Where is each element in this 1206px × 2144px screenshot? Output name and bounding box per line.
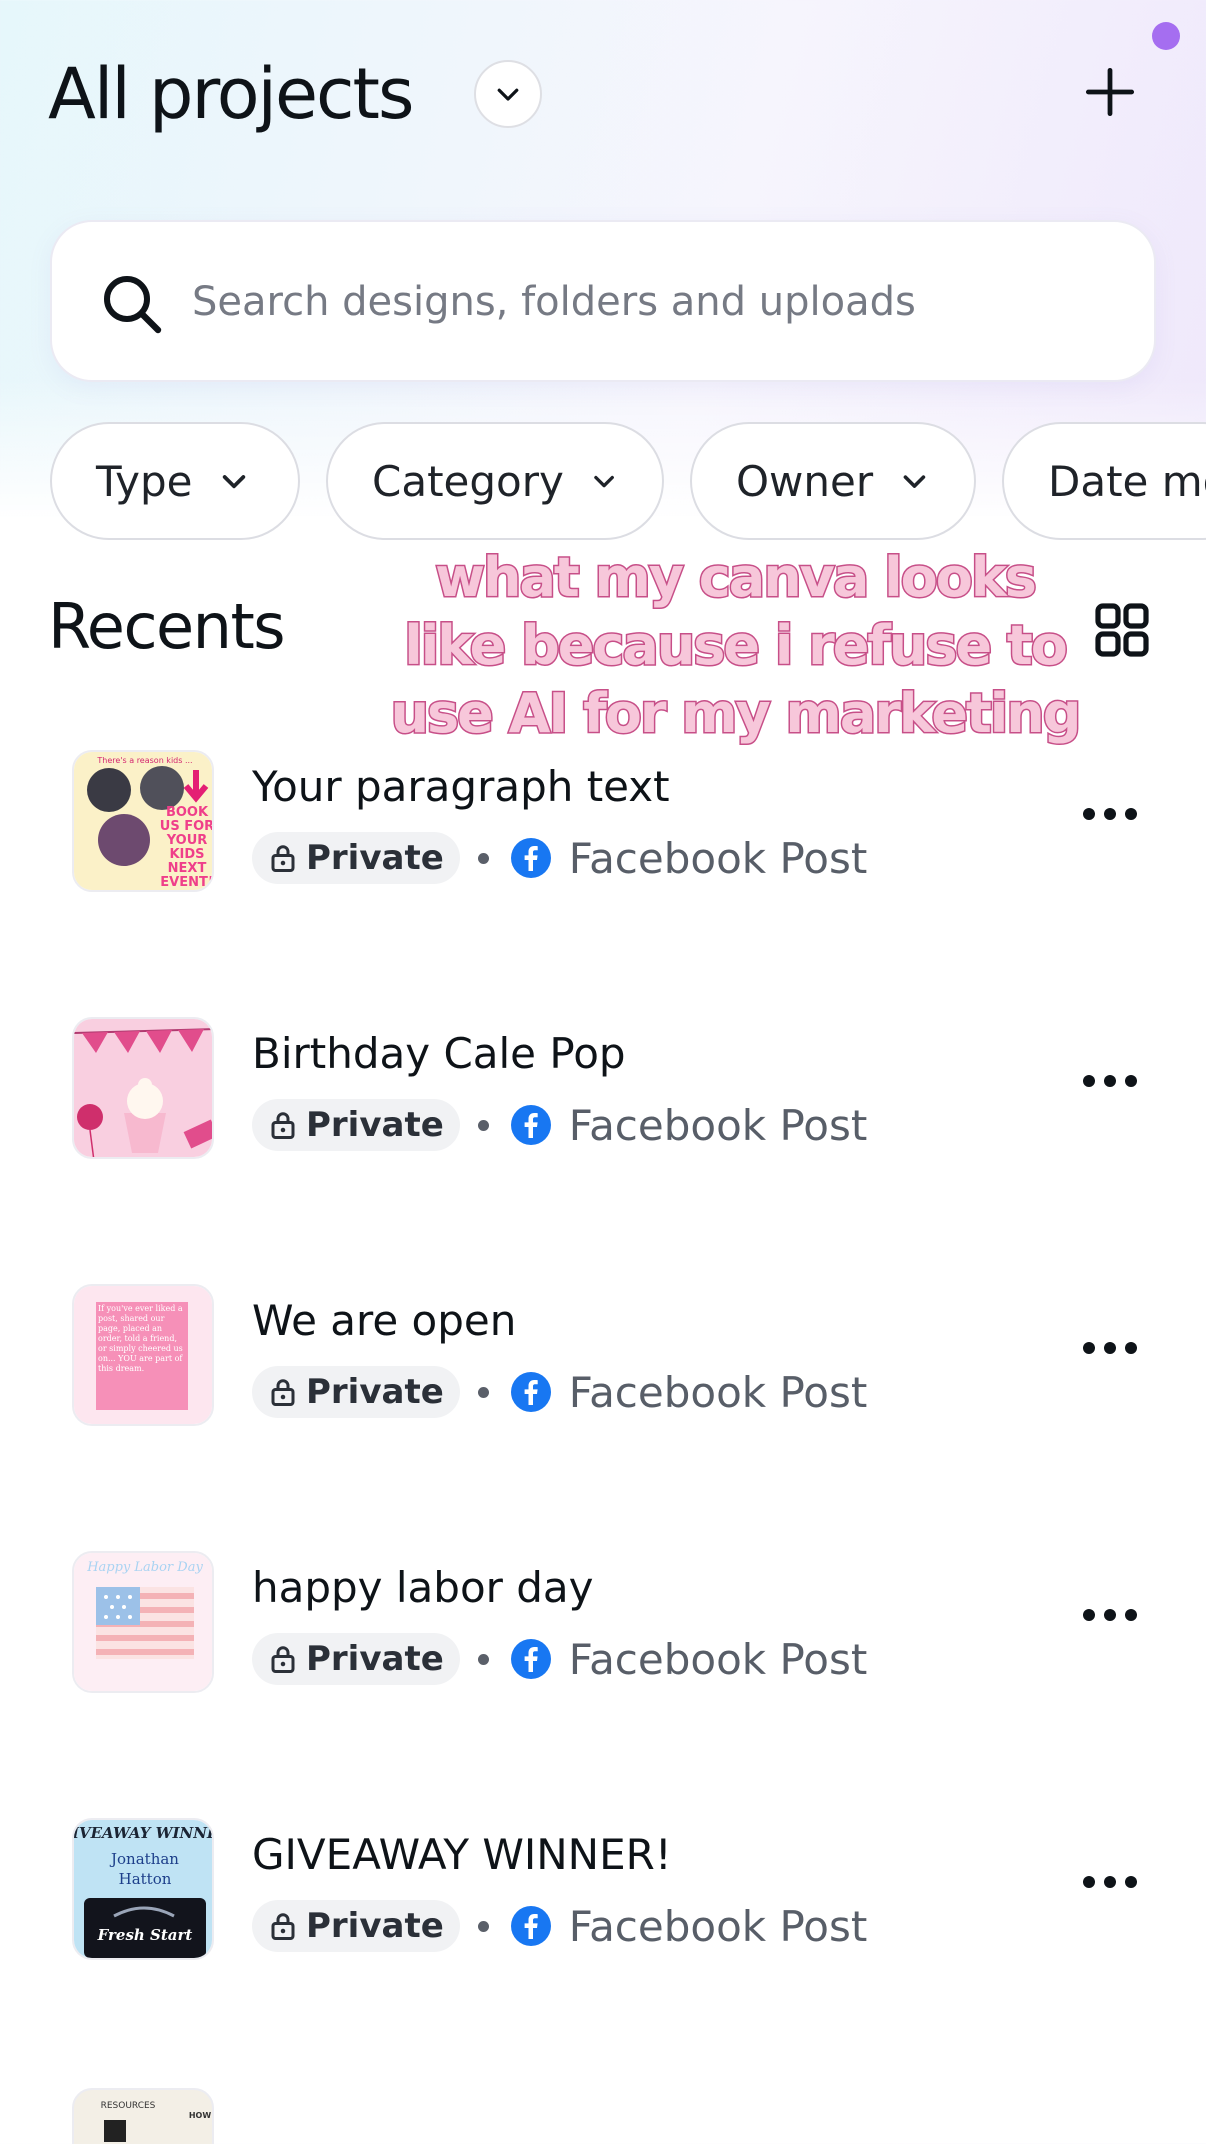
design-meta: Private Facebook Post <box>252 1099 867 1151</box>
add-button[interactable] <box>1076 58 1144 126</box>
privacy-label: Private <box>306 1639 444 1679</box>
design-title: We are open <box>252 1296 517 1345</box>
privacy-badge: Private <box>252 1099 460 1151</box>
privacy-label: Private <box>306 1372 444 1412</box>
list-item[interactable]: Birthday Cale Pop Private Facebook Post <box>0 1007 1206 1274</box>
design-title: Your paragraph text <box>252 762 670 811</box>
filter-category-label: Category <box>372 456 564 506</box>
notification-dot <box>1152 22 1180 50</box>
facebook-icon <box>510 1639 551 1679</box>
separator-dot <box>477 1653 489 1665</box>
design-meta: Private Facebook Post <box>252 1366 867 1418</box>
more-options-button[interactable] <box>1070 1328 1150 1368</box>
privacy-label: Private <box>306 838 444 878</box>
thumb-greeting: Happy Labor Day <box>86 1560 203 1575</box>
design-type: Facebook Post <box>568 1634 868 1684</box>
separator-dot <box>477 852 489 864</box>
design-thumbnail: RESOURCES HOW <box>72 2088 214 2144</box>
lock-icon <box>271 1379 295 1406</box>
more-options-button[interactable] <box>1070 1061 1150 1101</box>
page-title: All projects <box>48 53 414 135</box>
design-thumbnail: There's a reason kids ... BOOK US FOR YO… <box>72 750 214 892</box>
more-options-button[interactable] <box>1070 1595 1150 1635</box>
thumb-name-last: Hatton <box>119 1870 172 1888</box>
chevron-down-icon <box>223 475 246 489</box>
separator-dot <box>477 1386 489 1398</box>
recents-heading: Recents <box>48 590 286 663</box>
list-item-partial[interactable]: RESOURCES HOW <box>0 2070 1206 2144</box>
design-type: Facebook Post <box>568 1901 868 1951</box>
facebook-icon <box>510 1906 551 1946</box>
projects-dropdown-button[interactable] <box>474 60 542 128</box>
design-type: Facebook Post <box>568 833 868 883</box>
chevron-down-icon <box>594 475 614 488</box>
filter-date-label: Date mo <box>1048 456 1206 506</box>
chevron-down-icon <box>903 475 926 488</box>
thumb-resources-label: RESOURCES <box>101 2101 156 2111</box>
design-meta: Private Facebook Post <box>252 1633 867 1685</box>
design-title: happy labor day <box>252 1563 594 1612</box>
thumb-book-text: BOOK US FOR YOUR KIDS NEXT EVENT! <box>159 806 214 890</box>
chevron-down-icon <box>497 88 519 101</box>
grid-view-icon[interactable] <box>1092 600 1152 660</box>
list-item[interactable]: There's a reason kids ... BOOK US FOR YO… <box>0 740 1206 1007</box>
list-item[interactable]: GIVEAWAY WINNER Jonathan Hatton Fresh St… <box>0 1808 1206 2075</box>
lock-icon <box>271 1646 295 1673</box>
thumb-banner: GIVEAWAY WINNER <box>74 1824 214 1842</box>
privacy-badge: Private <box>252 1900 460 1952</box>
design-title: Birthday Cale Pop <box>252 1029 626 1078</box>
search-input[interactable] <box>192 270 1092 334</box>
more-options-button[interactable] <box>1070 1862 1150 1902</box>
privacy-label: Private <box>306 1105 444 1145</box>
privacy-badge: Private <box>252 1366 460 1418</box>
thumb-message-text: If you've ever liked a post, shared our … <box>98 1304 183 1373</box>
thumb-name-first: Jonathan <box>109 1850 179 1868</box>
facebook-icon <box>510 1105 551 1145</box>
design-thumbnail <box>72 1017 214 1159</box>
list-item[interactable]: If you've ever liked a post, shared our … <box>0 1274 1206 1541</box>
design-meta: Private Facebook Post <box>252 832 867 884</box>
separator-dot <box>477 1119 489 1131</box>
plus-icon <box>1085 67 1135 117</box>
lock-icon <box>271 1112 295 1139</box>
thumb-logo-text: Fresh Start <box>97 1926 193 1944</box>
search-icon <box>104 276 162 334</box>
facebook-icon <box>510 838 551 878</box>
filter-bar: Type Category Owner Date mo <box>50 422 1206 540</box>
design-type: Facebook Post <box>568 1100 868 1150</box>
filter-type[interactable]: Type <box>50 422 300 540</box>
design-type: Facebook Post <box>568 1367 868 1417</box>
filter-owner-label: Owner <box>736 456 874 506</box>
filter-type-label: Type <box>96 456 193 506</box>
facebook-icon <box>510 1372 551 1412</box>
privacy-label: Private <box>306 1906 444 1946</box>
design-thumbnail: GIVEAWAY WINNER Jonathan Hatton Fresh St… <box>72 1818 214 1960</box>
list-item[interactable]: Happy Labor Day happy labor day Private <box>0 1541 1206 1808</box>
more-options-button[interactable] <box>1070 794 1150 834</box>
filter-date-modified[interactable]: Date mo <box>1002 422 1206 540</box>
privacy-badge: Private <box>252 832 460 884</box>
thumb-how-label: HOW <box>189 2111 211 2120</box>
design-thumbnail: If you've ever liked a post, shared our … <box>72 1284 214 1426</box>
recent-designs-list: There's a reason kids ... BOOK US FOR YO… <box>0 740 1206 2075</box>
lock-icon <box>271 1913 295 1940</box>
lock-icon <box>271 845 295 872</box>
design-thumbnail: Happy Labor Day <box>72 1551 214 1693</box>
video-caption-overlay: what my canva looks like because i refus… <box>389 545 1083 747</box>
thumb-caption: There's a reason kids ... <box>96 756 192 765</box>
design-title: GIVEAWAY WINNER! <box>252 1830 672 1879</box>
separator-dot <box>477 1920 489 1932</box>
filter-owner[interactable]: Owner <box>690 422 976 540</box>
privacy-badge: Private <box>252 1633 460 1685</box>
filter-category[interactable]: Category <box>326 422 664 540</box>
design-meta: Private Facebook Post <box>252 1900 867 1952</box>
